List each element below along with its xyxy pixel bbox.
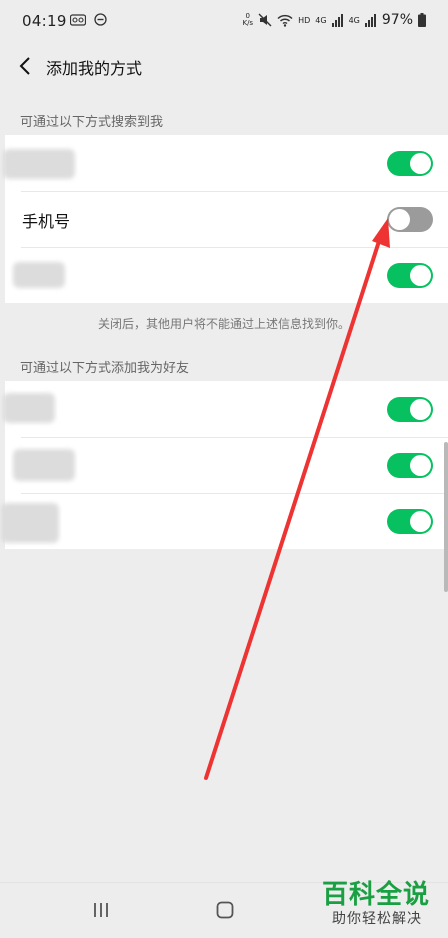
voicemail-icon bbox=[69, 14, 87, 26]
mute-icon bbox=[258, 13, 272, 27]
add-option-3-toggle[interactable] bbox=[387, 509, 433, 534]
scroll-indicator[interactable] bbox=[444, 442, 448, 592]
add-option-2-toggle[interactable] bbox=[387, 453, 433, 478]
hd-label: HD bbox=[298, 15, 311, 25]
net-speed-unit: K/s bbox=[242, 19, 254, 27]
toggle-knob bbox=[410, 399, 431, 420]
signal-icon bbox=[331, 13, 343, 27]
watermark-sub-text: 助你轻松解决 bbox=[332, 911, 422, 927]
search-options-group: 手机号 bbox=[3, 135, 448, 303]
blurred-label bbox=[13, 449, 75, 481]
blurred-label bbox=[3, 393, 55, 423]
search-option-row-phone[interactable]: 手机号 bbox=[5, 191, 448, 247]
add-options-group bbox=[1, 381, 448, 549]
toggle-knob bbox=[410, 455, 431, 476]
add-option-row-3[interactable] bbox=[1, 493, 448, 549]
toggle-knob bbox=[389, 209, 410, 230]
battery-icon bbox=[418, 13, 426, 27]
signal-icon-2 bbox=[364, 13, 376, 27]
status-bar: 04:19 0 K/s HD 4G 4G 97% bbox=[0, 0, 448, 44]
phone-number-toggle[interactable] bbox=[387, 207, 433, 232]
wifi-icon bbox=[277, 14, 293, 27]
status-left-icons bbox=[69, 13, 107, 29]
page-title: 添加我的方式 bbox=[46, 59, 143, 78]
chevron-left-icon[interactable] bbox=[14, 52, 36, 80]
phone-number-label: 手机号 bbox=[22, 212, 71, 231]
add-section-label: 可通过以下方式添加我为好友 bbox=[20, 361, 190, 376]
blurred-label bbox=[1, 503, 59, 543]
app-header: 添加我的方式 bbox=[0, 44, 448, 88]
signal-4g-2: 4G bbox=[348, 15, 360, 25]
toggle-knob bbox=[410, 511, 431, 532]
blurred-label bbox=[13, 262, 65, 288]
status-right-icons: 0 K/s HD 4G 4G 97% bbox=[242, 12, 426, 28]
add-option-row-2[interactable] bbox=[5, 437, 448, 493]
home-icon[interactable] bbox=[210, 897, 240, 923]
do-not-disturb-icon bbox=[94, 13, 107, 26]
add-option-1-toggle[interactable] bbox=[387, 397, 433, 422]
search-option-row-1[interactable] bbox=[3, 135, 448, 191]
watermark-main-text: 百科全说 bbox=[322, 880, 431, 910]
add-option-row-1[interactable] bbox=[3, 381, 448, 437]
recent-apps-icon[interactable] bbox=[86, 897, 116, 923]
blurred-label bbox=[3, 149, 75, 179]
status-time: 04:19 bbox=[22, 12, 67, 30]
search-section-label: 可通过以下方式搜索到我 bbox=[20, 115, 164, 130]
net-speed: 0 K/s bbox=[242, 13, 253, 27]
search-option-1-toggle[interactable] bbox=[387, 151, 433, 176]
signal-4g-1: 4G bbox=[315, 15, 327, 25]
search-option-row-3[interactable] bbox=[5, 247, 448, 303]
search-hint-text: 关闭后，其他用户将不能通过上述信息找到你。 bbox=[97, 317, 350, 331]
battery-percent: 97% bbox=[381, 12, 413, 28]
watermark-logo: 百科全说 助你轻松解决 bbox=[316, 872, 440, 932]
search-option-3-toggle[interactable] bbox=[387, 263, 433, 288]
toggle-knob bbox=[410, 265, 431, 286]
toggle-knob bbox=[410, 153, 431, 174]
